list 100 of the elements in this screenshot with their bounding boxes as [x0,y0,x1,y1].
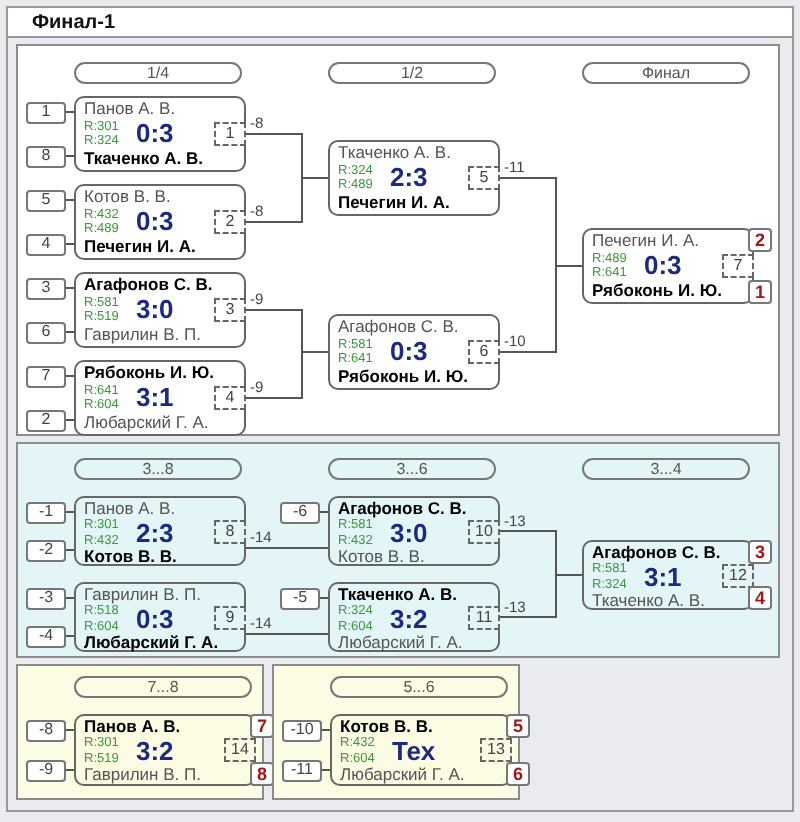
round-header: 3...8 [74,458,242,480]
connector-line [319,511,329,513]
match-score: 3:0 [136,296,174,324]
player-name: Печегин И. А. [592,232,701,250]
player-name: Панов А. В. [84,100,178,118]
match-score: 3:1 [136,384,174,412]
player-name: Панов А. В. [84,500,178,518]
player-name: Любарский Г. А. [340,766,467,784]
place-badge: 7 [250,714,274,738]
match-score: Тех [392,737,436,765]
seed-label: -8 [26,719,66,741]
connector-line [321,729,331,731]
place-badge: 5 [506,714,530,738]
seed-label: 5 [26,189,66,211]
match-number: 11 [468,605,500,629]
seed-label: 4 [26,233,66,255]
connector-line [245,133,329,223]
match-score: 3:2 [390,605,428,633]
match-score: 3:1 [644,563,682,591]
place-badge: 4 [748,586,772,610]
seed-label: -3 [26,587,66,609]
seed-label: 3 [26,277,66,299]
player-name: Котов В. В. [340,718,435,736]
player-name: Котов В. В. [338,548,427,566]
match-number: 1 [214,122,246,146]
match-score: 2:3 [390,164,428,192]
connector-line [319,597,329,599]
seed-label: 1 [26,101,66,123]
match-number: 4 [214,386,246,410]
seed-label: 6 [26,321,66,343]
match-number: 10 [468,519,500,543]
match-number: 12 [722,563,754,587]
connector-line [65,331,75,333]
place-badge: 6 [506,762,530,786]
match-score: 0:3 [136,120,174,148]
round-header: 1/2 [328,62,496,84]
connector-line [65,419,75,421]
connector-line [321,769,331,771]
player-name: Агафонов С. В. [592,544,723,562]
round-header: 5...6 [330,676,508,698]
match-number: 7 [722,254,754,278]
player-name: Любарский Г. А. [84,634,221,652]
match-number: 3 [214,298,246,322]
player-name: Ткаченко А. В. [84,150,205,168]
place-badge: 8 [250,762,274,786]
connector-line [65,287,75,289]
seed-label: -9 [26,759,66,781]
match-number: 9 [214,605,246,629]
match-number: 6 [468,340,500,364]
player-name: Котов В. В. [84,548,179,566]
seed-label: -6 [280,501,320,523]
player-name: Ткаченко А. В. [338,586,459,604]
player-name: Рябоконь И. Ю. [84,364,216,382]
place-badge: 3 [748,540,772,564]
connector-line [65,511,75,513]
player-name: Агафонов С. В. [338,318,461,336]
place-badge: 2 [748,228,772,252]
connector-line [65,199,75,201]
match-number: 5 [468,166,500,190]
connector-line [245,309,329,399]
round-header: 3...6 [328,458,496,480]
match-number: 8 [214,519,246,543]
player-name: Печегин И. А. [84,238,198,256]
seed-label: -11 [282,759,322,781]
player-name: Печегин И. А. [338,194,452,212]
connector-line [65,769,75,771]
player-name: Любарский Г. А. [84,414,211,432]
match-score: 2:3 [136,519,174,547]
match-score: 0:3 [390,338,428,366]
match-score: 3:0 [390,519,428,547]
place-badge: 1 [748,280,772,304]
seed-label: -10 [282,719,322,741]
round-header: 1/4 [74,62,242,84]
round-header: Финал [582,62,750,84]
connector-line [499,530,583,618]
connector-line [245,547,329,549]
match-number: 13 [480,738,512,762]
seed-label: 8 [26,145,66,167]
window-title: Финал-1 [32,11,116,33]
seed-label: 7 [26,365,66,387]
player-name: Панов А. В. [84,718,183,736]
player-name: Гаврилин В. П. [84,326,203,344]
connector-line [65,243,75,245]
player-name: Гаврилин В. П. [84,766,203,784]
match-number: 2 [214,210,246,234]
player-name: Агафонов С. В. [338,500,469,518]
connector-line [65,375,75,377]
player-name: Котов В. В. [84,188,173,206]
seed-label: -1 [26,501,66,523]
seed-label: -4 [26,625,66,647]
round-header: 7...8 [74,676,252,698]
player-name: Рябоконь И. Ю. [338,368,470,386]
player-name: Ткаченко А. В. [338,144,453,162]
connector-line [65,729,75,731]
connector-line [245,633,329,635]
match-score: 0:3 [136,208,174,236]
match-score: 3:2 [136,737,174,765]
player-name: Рябоконь И. Ю. [592,282,724,300]
match-score: 0:3 [136,605,174,633]
seed-label: -2 [26,539,66,561]
